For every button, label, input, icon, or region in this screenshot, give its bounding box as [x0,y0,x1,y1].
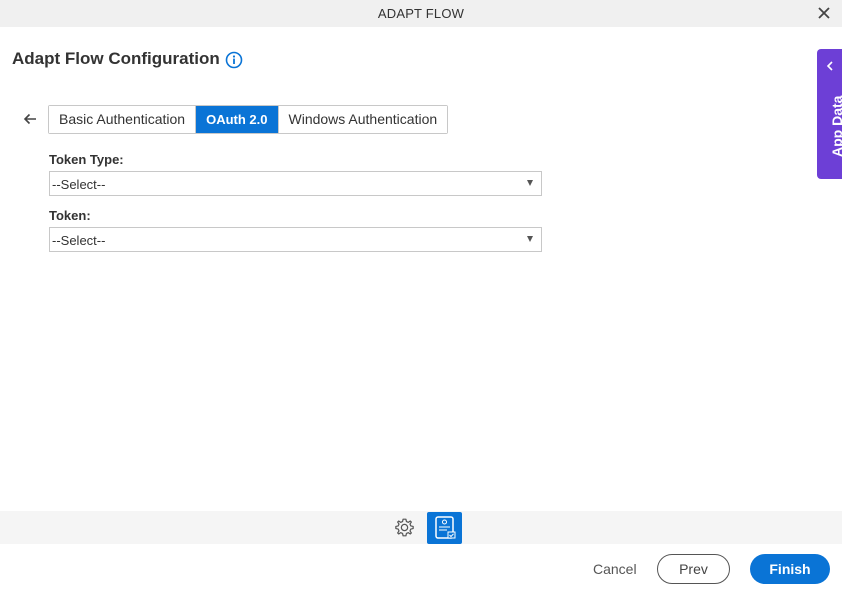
token-select[interactable]: --Select-- [49,227,542,252]
window-title: ADAPT FLOW [377,6,465,21]
adapt-flow-button[interactable] [427,512,462,544]
close-icon[interactable] [816,5,832,21]
tab-basic-authentication[interactable]: Basic Authentication [49,106,197,133]
window-titlebar: ADAPT FLOW [0,0,842,27]
chevron-left-icon [826,61,833,71]
token-type-label: Token Type: [49,152,124,167]
token-type-select[interactable]: --Select-- [49,171,542,196]
auth-tabs: Basic Authentication OAuth 2.0 Windows A… [48,105,449,134]
back-arrow-icon[interactable] [22,111,38,127]
bottom-toolbar [0,511,842,544]
page-title: Adapt Flow Configuration [12,49,220,68]
token-type-value: --Select-- [52,177,106,192]
cancel-button[interactable]: Cancel [593,561,637,577]
app-data-label: App Data [829,95,842,157]
token-label: Token: [49,208,91,223]
token-value: --Select-- [52,233,106,248]
tab-windows-authentication[interactable]: Windows Authentication [278,106,448,133]
dropdown-caret-icon [527,236,533,242]
tab-oauth-2[interactable]: OAuth 2.0 [196,106,279,133]
gear-icon[interactable] [394,517,415,538]
finish-button[interactable]: Finish [750,554,830,584]
info-icon[interactable] [225,51,243,69]
app-data-panel-toggle[interactable]: App Data [817,49,842,179]
adapt-flow-icon [435,516,456,539]
prev-button[interactable]: Prev [657,554,730,584]
dropdown-caret-icon [527,180,533,186]
